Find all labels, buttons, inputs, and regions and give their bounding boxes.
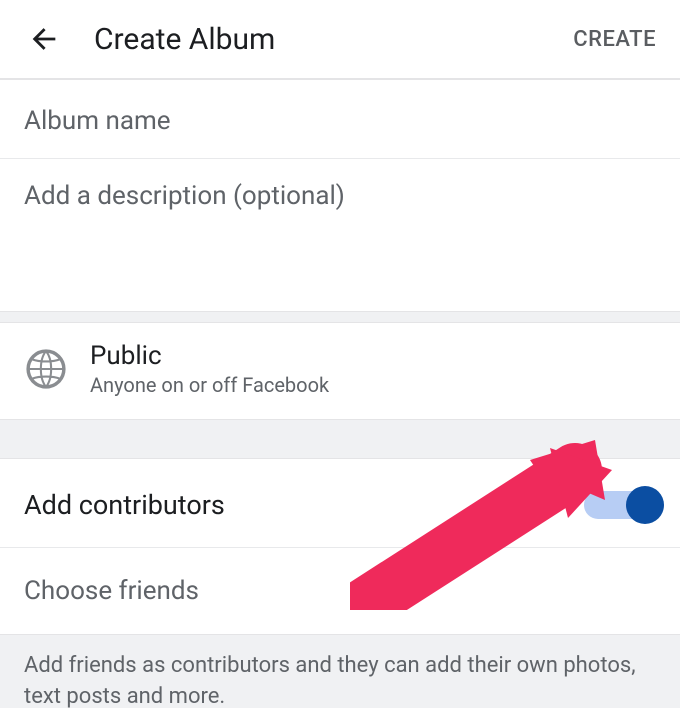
page-title: Create Album: [94, 22, 573, 57]
create-album-screen: Create Album CREATE Album name Add a des…: [0, 0, 680, 708]
add-contributors-row: Add contributors: [0, 459, 680, 548]
privacy-selector[interactable]: Public Anyone on or off Facebook: [0, 323, 680, 419]
header: Create Album CREATE: [0, 0, 680, 80]
toggle-knob: [626, 486, 664, 524]
privacy-text: Public Anyone on or off Facebook: [90, 341, 329, 397]
privacy-title: Public: [90, 341, 329, 371]
choose-friends-label: Choose friends: [24, 576, 656, 606]
form-section: Album name Add a description (optional): [0, 80, 680, 311]
privacy-subtitle: Anyone on or off Facebook: [90, 373, 329, 397]
add-contributors-label: Add contributors: [24, 489, 225, 521]
back-button[interactable]: [24, 19, 64, 59]
album-name-field[interactable]: Album name: [0, 80, 680, 159]
contributors-help-text-row: Add friends as contributors and they can…: [0, 635, 680, 708]
arrow-left-icon: [27, 22, 61, 56]
create-button[interactable]: CREATE: [573, 27, 656, 52]
globe-icon: [24, 347, 68, 391]
contributors-help-text: Add friends as contributors and they can…: [24, 651, 656, 708]
album-name-placeholder: Album name: [24, 106, 656, 136]
add-contributors-toggle[interactable]: [584, 491, 656, 519]
section-divider-2: [0, 419, 680, 459]
choose-friends-row[interactable]: Choose friends: [0, 548, 680, 635]
description-placeholder: Add a description (optional): [24, 181, 656, 211]
section-divider: [0, 311, 680, 323]
description-field[interactable]: Add a description (optional): [0, 159, 680, 311]
